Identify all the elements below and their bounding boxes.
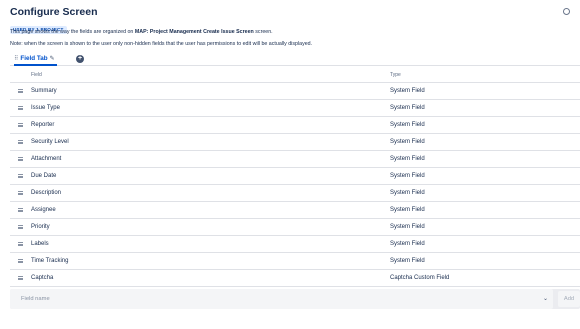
- table-row[interactable]: Issue Type System Field: [10, 100, 580, 117]
- drag-handle-icon[interactable]: [18, 276, 23, 280]
- table-row[interactable]: Due Date System Field: [10, 168, 580, 185]
- add-field-bar: ⌄ Add: [10, 289, 580, 309]
- table-body: Summary System Field Issue Type System Fiel…: [10, 83, 580, 287]
- visibility-note: Note: when the screen is shown to the us…: [10, 41, 313, 47]
- drag-handle-icon[interactable]: [18, 208, 23, 212]
- table-row[interactable]: Summary System Field: [10, 83, 580, 100]
- tab-label: Field Tab: [20, 55, 48, 62]
- description-suffix: screen.: [253, 29, 273, 35]
- tab-bar: ⠿ Field Tab ✎ +: [10, 53, 580, 66]
- field-type-cell: System Field: [390, 258, 425, 264]
- drag-handle-icon[interactable]: [18, 106, 23, 110]
- field-name-cell: Summary: [31, 88, 57, 94]
- field-name-cell: Priority: [31, 224, 50, 230]
- field-type-cell: System Field: [390, 156, 425, 162]
- edit-pencil-icon[interactable]: ✎: [50, 55, 55, 62]
- field-name-cell: Security Level: [31, 139, 69, 145]
- field-type-cell: System Field: [390, 241, 425, 247]
- column-header-type: Type: [390, 72, 401, 78]
- drag-handle-icon[interactable]: [18, 174, 23, 178]
- table-row[interactable]: Time Tracking System Field: [10, 253, 580, 270]
- field-name-cell: Captcha: [31, 275, 54, 281]
- table-row[interactable]: Attachment System Field: [10, 151, 580, 168]
- field-name-cell: Time Tracking: [31, 258, 69, 264]
- table-header: Field Type: [10, 68, 580, 83]
- drag-handle-icon[interactable]: [18, 191, 23, 195]
- fields-table: Field Type Summary System Field Issue Type…: [10, 68, 580, 287]
- field-type-cell: System Field: [390, 173, 425, 179]
- field-name-cell: Assignee: [31, 207, 56, 213]
- chevron-down-icon[interactable]: ⌄: [543, 295, 548, 302]
- page-title: Configure Screen: [10, 6, 98, 18]
- table-row[interactable]: Labels System Field: [10, 236, 580, 253]
- field-type-cell: System Field: [390, 224, 425, 230]
- drag-handle-icon[interactable]: [18, 157, 23, 161]
- drag-handle-icon[interactable]: [18, 140, 23, 144]
- drag-handle-icon[interactable]: [18, 89, 23, 93]
- field-type-cell: System Field: [390, 88, 425, 94]
- help-icon[interactable]: [563, 8, 570, 15]
- add-tab-button[interactable]: +: [76, 55, 84, 63]
- field-type-cell: System Field: [390, 139, 425, 145]
- tab-field-tab[interactable]: ⠿ Field Tab ✎: [14, 53, 57, 66]
- field-type-cell: System Field: [390, 122, 425, 128]
- drag-handle-icon[interactable]: [18, 259, 23, 263]
- description-prefix: This page shows the way the fields are o…: [10, 29, 135, 35]
- drag-handle-icon[interactable]: [18, 123, 23, 127]
- drag-handle-icon[interactable]: [18, 225, 23, 229]
- field-name-cell: Due Date: [31, 173, 57, 179]
- table-row[interactable]: Security Level System Field: [10, 134, 580, 151]
- add-field-button[interactable]: Add: [558, 291, 580, 307]
- column-header-field: Field: [31, 72, 42, 78]
- field-name-cell: Description: [31, 190, 62, 196]
- screen-description: This page shows the way the fields are o…: [10, 29, 273, 36]
- table-row[interactable]: Priority System Field: [10, 219, 580, 236]
- table-row[interactable]: Assignee System Field: [10, 202, 580, 219]
- field-type-cell: System Field: [390, 207, 425, 213]
- field-name-cell: Labels: [31, 241, 49, 247]
- field-name-cell: Issue Type: [31, 105, 60, 111]
- table-row[interactable]: Captcha Captcha Custom Field: [10, 270, 580, 287]
- table-row[interactable]: Description System Field: [10, 185, 580, 202]
- field-name-cell: Attachment: [31, 156, 62, 162]
- table-row[interactable]: Reporter System Field: [10, 117, 580, 134]
- drag-handle-icon[interactable]: ⠿: [14, 56, 18, 62]
- field-type-cell: System Field: [390, 190, 425, 196]
- field-type-cell: System Field: [390, 105, 425, 111]
- field-name-cell: Reporter: [31, 122, 55, 128]
- drag-handle-icon[interactable]: [18, 242, 23, 246]
- field-name-input[interactable]: [10, 289, 553, 309]
- field-type-cell: Captcha Custom Field: [390, 275, 450, 281]
- screen-name: MAP: Project Management Create Issue Scr…: [134, 29, 254, 35]
